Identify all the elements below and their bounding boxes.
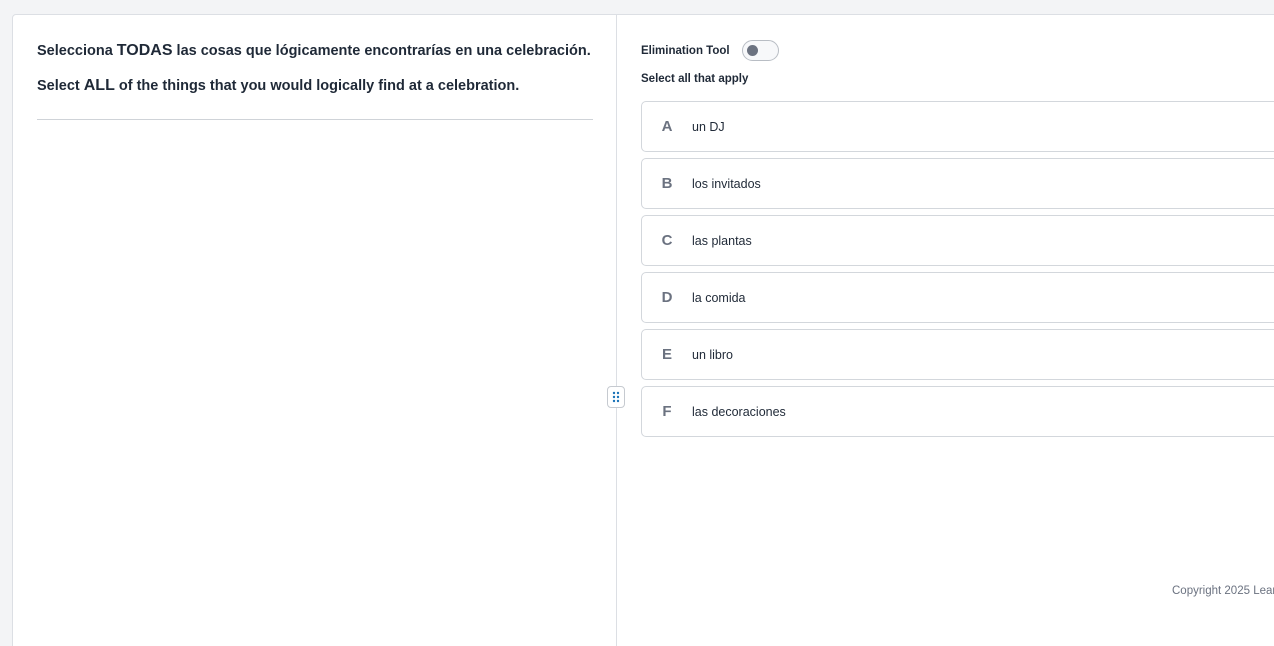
pane-resize-handle[interactable] — [607, 386, 625, 408]
option-letter: C — [661, 232, 673, 249]
elimination-tool: Elimination Tool — [641, 40, 779, 61]
answer-options: A un DJ B los invitados C las plantas D … — [641, 101, 1274, 443]
option-letter: B — [661, 175, 673, 192]
option-f[interactable]: F las decoraciones — [641, 386, 1274, 437]
option-letter: F — [662, 403, 672, 420]
option-text: la comida — [692, 290, 746, 305]
option-text: un DJ — [692, 119, 725, 134]
question-pane: Selecciona TODAS las cosas que lógicamen… — [13, 15, 617, 646]
question-stem: Selecciona TODAS las cosas que lógicamen… — [37, 41, 593, 96]
option-d[interactable]: D la comida — [641, 272, 1274, 323]
question-spanish-after: las cosas que lógicamente encontrarías e… — [172, 43, 591, 59]
copyright-text: Copyright 2025 Learn — [1172, 585, 1274, 597]
option-c[interactable]: C las plantas — [641, 215, 1274, 266]
assessment-panel: Selecciona TODAS las cosas que lógicamen… — [12, 14, 1274, 646]
option-letter: D — [661, 289, 673, 306]
option-a[interactable]: A un DJ — [641, 101, 1274, 152]
question-english-before: Select — [37, 78, 84, 94]
question-english-emphasis: ALL — [83, 77, 115, 94]
option-text: las decoraciones — [692, 404, 786, 419]
question-english: Select ALL of the things that you would … — [37, 76, 593, 96]
question-english-after: of the things that you would logically f… — [114, 78, 520, 94]
option-text: los invitados — [692, 176, 761, 191]
option-text: un libro — [692, 347, 733, 362]
answer-pane: Elimination Tool Select all that apply A… — [641, 15, 1274, 646]
option-b[interactable]: B los invitados — [641, 158, 1274, 209]
elimination-tool-label: Elimination Tool — [641, 44, 730, 57]
instruction-text: Select all that apply — [641, 73, 749, 85]
question-spanish-before: Selecciona — [37, 43, 117, 59]
question-spanish: Selecciona TODAS las cosas que lógicamen… — [37, 41, 593, 61]
option-e[interactable]: E un libro — [641, 329, 1274, 380]
option-letter: A — [661, 118, 673, 135]
option-letter: E — [661, 346, 672, 363]
question-divider — [37, 119, 593, 120]
question-spanish-emphasis: TODAS — [116, 42, 173, 59]
drag-grip-icon — [612, 391, 620, 403]
elimination-tool-toggle[interactable] — [741, 40, 779, 61]
option-text: las plantas — [692, 233, 752, 248]
toggle-knob — [746, 45, 758, 56]
